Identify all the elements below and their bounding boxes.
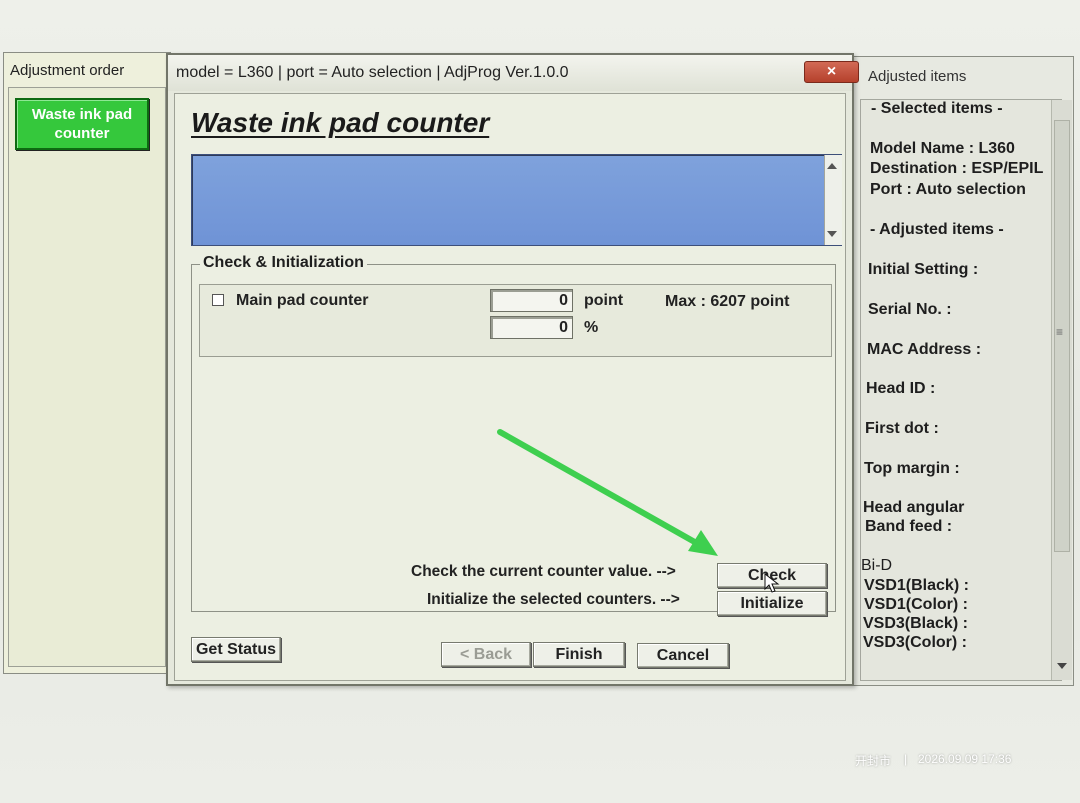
vsd1-black-line: VSD1(Black) :: [864, 577, 969, 594]
watermark-separator: |: [904, 752, 908, 766]
main-pad-counter-label: Main pad counter: [236, 292, 369, 309]
first-dot-line: First dot :: [865, 420, 939, 437]
adjustment-order-list: Waste ink pad counter: [8, 87, 166, 667]
message-area[interactable]: [191, 154, 842, 246]
adjustment-order-title: Adjustment order: [10, 62, 125, 79]
main-pad-counter-checkbox[interactable]: [212, 294, 224, 306]
adjusted-items-scrollbar[interactable]: ≡: [1051, 100, 1072, 680]
selected-items-heading: - Selected items -: [871, 100, 1003, 117]
serial-no-line: Serial No. :: [868, 301, 952, 318]
cancel-button[interactable]: Cancel: [637, 643, 729, 668]
adjprog-dialog: model = L360 | port = Auto selection | A…: [166, 53, 859, 686]
adjustment-order-panel: Adjustment order Waste ink pad counter: [3, 52, 171, 674]
watermark-location: 开封市: [855, 754, 892, 768]
vsd3-black-line: VSD3(Black) :: [863, 615, 968, 632]
band-feed-line: Band feed :: [865, 518, 953, 535]
vsd1-color-line: VSD1(Color) :: [864, 596, 968, 613]
scroll-down-arrow-icon[interactable]: [1057, 663, 1067, 669]
close-button[interactable]: ×: [804, 61, 859, 83]
page-title: Waste ink pad counter: [191, 107, 490, 138]
top-margin-line: Top margin :: [864, 460, 960, 477]
bi-d-line: Bi-D: [861, 557, 893, 574]
mouse-cursor-icon: [764, 573, 780, 593]
head-id-line: Head ID :: [866, 380, 936, 397]
group-title: Check & Initialization: [200, 254, 367, 272]
watermark-timestamp: 2026.09.09 17:36: [918, 752, 1012, 766]
waste-ink-item-label-line1: Waste ink pad: [31, 106, 133, 123]
percent-unit-label: %: [584, 319, 599, 336]
adjusted-items-list: - Selected items - Model Name : L360 Des…: [860, 99, 1072, 681]
dialog-titlebar: model = L360 | port = Auto selection | A…: [168, 55, 859, 91]
adjusted-items-panel: Adjusted items - Selected items - Model …: [852, 56, 1074, 686]
counter-row-box: Main pad counter 0 point Max : 6207 poin…: [199, 284, 832, 357]
back-button: < Back: [441, 642, 531, 667]
waste-ink-pad-counter-item[interactable]: Waste ink pad counter: [15, 98, 149, 150]
model-name-line: Model Name : L360: [870, 140, 1015, 157]
point-unit-label: point: [584, 292, 624, 309]
max-points-label: Max : 6207 point: [665, 293, 790, 310]
destination-line: Destination : ESP/EPIL: [870, 160, 1044, 177]
port-line: Port : Auto selection: [870, 181, 1026, 198]
get-status-button[interactable]: Get Status: [191, 637, 281, 662]
initial-setting-line: Initial Setting :: [868, 261, 979, 278]
scroll-up-arrow-icon[interactable]: [827, 163, 837, 169]
dialog-title: model = L360 | port = Auto selection | A…: [176, 64, 569, 81]
message-scrollbar[interactable]: [824, 155, 842, 245]
vsd3-color-line: VSD3(Color) :: [863, 634, 967, 651]
adjusted-items-heading: - Adjusted items -: [870, 221, 1004, 238]
initialize-prompt: Initialize the selected counters. -->: [427, 591, 680, 608]
check-prompt: Check the current counter value. -->: [411, 563, 676, 580]
scroll-down-arrow-icon[interactable]: [827, 231, 837, 237]
dialog-content: Waste ink pad counter Check & Initializa…: [174, 93, 846, 681]
adjusted-items-title: Adjusted items: [868, 68, 967, 85]
percent-value-field: 0: [490, 316, 573, 339]
finish-button[interactable]: Finish: [533, 642, 625, 667]
head-angular-line: Head angular: [863, 499, 965, 516]
point-value-field: 0: [490, 289, 573, 312]
waste-ink-item-label-line2: counter: [54, 125, 110, 142]
mac-address-line: MAC Address :: [867, 341, 982, 358]
grip-icon: ≡: [1056, 325, 1064, 339]
check-initialization-group: Check & Initialization Main pad counter …: [191, 254, 836, 616]
